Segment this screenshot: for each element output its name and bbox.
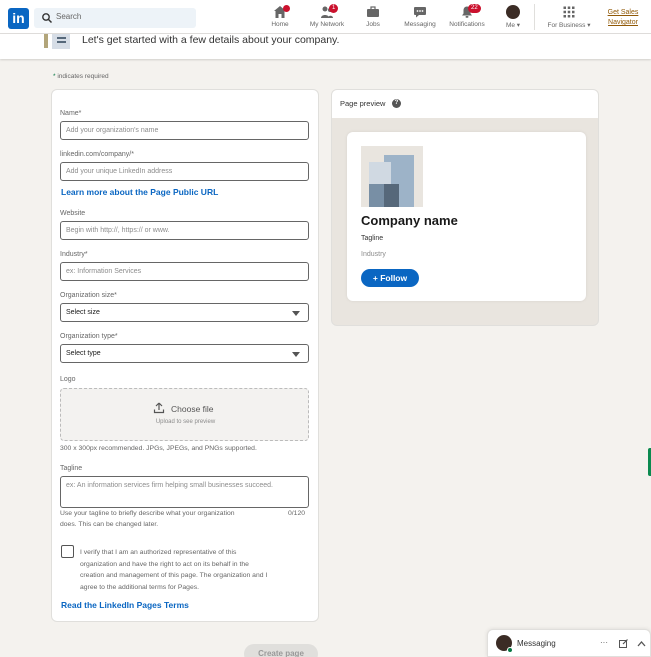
notifications-badge: 22 [468, 4, 481, 13]
preview-industry: Industry [361, 251, 386, 258]
tagline-counter: 0/120 [288, 510, 306, 517]
website-input[interactable]: Begin with http://, https:// or www. [60, 221, 309, 240]
nav-jobs-label: Jobs [366, 21, 380, 28]
preview-tagline: Tagline [361, 235, 384, 242]
url-input[interactable]: Add your unique LinkedIn address [60, 162, 309, 181]
industry-label: Industry* [60, 251, 88, 258]
website-placeholder: Begin with http://, https:// or www. [66, 227, 170, 234]
preview-company-name: Company name [361, 213, 458, 228]
profile-avatar [506, 5, 520, 19]
tagline-placeholder: ex: An information services firm helping… [66, 482, 273, 489]
company-preview-card: Company name Tagline Industry + Follow [347, 132, 586, 301]
nav-for-business-label: For Business ▾ [547, 22, 591, 29]
search-icon [42, 13, 53, 24]
sales-line-1: Get Sales [607, 9, 639, 16]
network-badge: 1 [329, 4, 339, 13]
grid-apps-icon [563, 6, 575, 18]
nav-me[interactable]: Me ▾ [491, 5, 535, 31]
verify-checkbox[interactable] [61, 545, 74, 558]
company-logo-placeholder-icon [361, 146, 423, 207]
search-input[interactable]: Search [34, 8, 196, 28]
nav-home-label: Home [271, 21, 289, 28]
pages-terms-link[interactable]: Read the LinkedIn Pages Terms [61, 600, 189, 610]
chevron-down-icon [292, 352, 300, 357]
page-header: Let's get started with a few details abo… [0, 34, 651, 59]
company-illustration-icon [44, 34, 70, 49]
public-url-help-link[interactable]: Learn more about the Page Public URL [61, 187, 218, 197]
sales-line-2: Navigator [608, 19, 638, 26]
chevron-up-icon[interactable] [637, 640, 646, 647]
nav-my-network-label: My Network [309, 21, 345, 28]
logo-label: Logo [60, 376, 76, 383]
logo-hint: 300 x 300px recommended. JPGs, JPEGs, an… [60, 445, 257, 452]
tagline-textarea[interactable]: ex: An information services firm helping… [60, 476, 309, 508]
upload-icon [153, 402, 165, 414]
website-label: Website [60, 210, 86, 217]
tagline-label: Tagline [60, 465, 83, 472]
chat-bubble-icon [414, 7, 426, 18]
help-icon[interactable]: ? [392, 99, 401, 108]
choose-file-button[interactable]: Choose file [171, 404, 214, 414]
org-size-label: Organization size* [60, 292, 117, 299]
nav-messaging[interactable]: Messaging [398, 5, 442, 31]
more-options-icon[interactable]: ··· [600, 638, 608, 647]
messaging-label: Messaging [517, 639, 556, 648]
org-type-select[interactable]: Select type [60, 344, 309, 363]
name-label: Name* [60, 110, 82, 117]
nav-notifications-label: Notifications [449, 21, 485, 28]
search-placeholder: Search [56, 12, 82, 21]
nav-jobs[interactable]: Jobs [351, 5, 395, 31]
verify-text: I verify that I am an authorized represe… [80, 549, 268, 591]
logo-upload-subtext: Upload to see preview [155, 419, 216, 425]
nav-my-network[interactable]: 1 My Network [305, 4, 349, 31]
org-size-select[interactable]: Select size [60, 303, 309, 322]
nav-divider [534, 4, 535, 30]
nav-me-label: Me ▾ [505, 22, 521, 29]
linkedin-logo-icon[interactable]: in [8, 8, 29, 29]
nav-notifications[interactable]: 22 Notifications [445, 4, 489, 31]
org-size-value: Select size [66, 309, 100, 316]
home-dot-badge [283, 5, 290, 12]
online-status-dot [507, 647, 513, 653]
page-preview-header: Page preview ? [332, 90, 598, 118]
compose-icon[interactable] [619, 639, 628, 648]
top-navigation: in Search Home 1 My Network Jobs Messagi… [0, 0, 651, 34]
org-type-label: Organization type* [60, 333, 118, 340]
page-preview-panel: Page preview ? Company name Tagline Indu… [331, 89, 599, 326]
tagline-hint: Use your tagline to briefly describe wha… [60, 510, 235, 528]
chevron-down-icon [292, 311, 300, 316]
nav-for-business[interactable]: For Business ▾ [544, 5, 594, 31]
nav-home[interactable]: Home [258, 5, 302, 31]
name-placeholder: Add your organization's name [66, 127, 159, 134]
url-placeholder: Add your unique LinkedIn address [66, 168, 173, 175]
page-intro: Let's get started with a few details abo… [82, 34, 340, 46]
name-input[interactable]: Add your organization's name [60, 121, 309, 140]
industry-input[interactable]: ex: Information Services [60, 262, 309, 281]
nav-messaging-label: Messaging [404, 21, 436, 28]
sales-navigator-link[interactable]: Get Sales Navigator [600, 8, 646, 28]
required-note: * indicates required [53, 73, 109, 80]
page-preview-title: Page preview [340, 99, 386, 108]
logo-upload-dropzone[interactable]: Choose file Upload to see preview [60, 388, 309, 441]
create-page-button[interactable]: Create page [244, 644, 318, 657]
industry-placeholder: ex: Information Services [66, 268, 142, 275]
org-type-value: Select type [66, 350, 101, 357]
briefcase-icon [367, 6, 379, 17]
url-label: linkedin.com/company/* [60, 151, 134, 158]
follow-button[interactable]: + Follow [361, 269, 419, 287]
messaging-dock[interactable]: Messaging ··· [487, 629, 651, 657]
